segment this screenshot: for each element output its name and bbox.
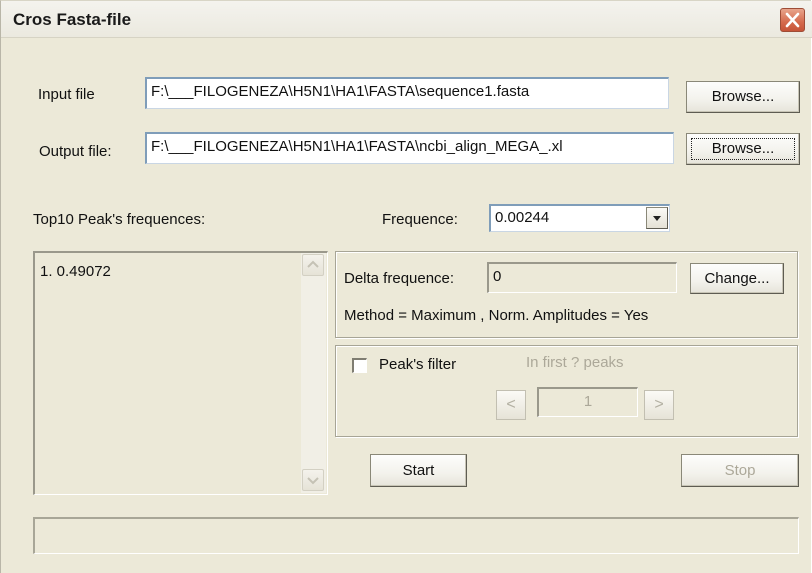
chevron-down-icon — [653, 216, 661, 221]
frequence-dropdown-button[interactable] — [646, 207, 668, 229]
method-info-text: Method = Maximum , Norm. Amplitudes = Ye… — [344, 307, 649, 324]
chevron-left-icon: < — [506, 396, 516, 413]
input-browse-label: Browse... — [711, 88, 775, 105]
delta-group: Delta frequence: 0 Change... Method = Ma… — [335, 251, 798, 338]
close-icon — [785, 12, 800, 28]
stop-label: Stop — [724, 462, 756, 479]
window-title: Cros Fasta-file — [13, 10, 132, 29]
peaks-prev-button: < — [496, 390, 526, 420]
cros-fasta-dialog: Cros Fasta-file Input file F:\___FILOGEN… — [0, 0, 812, 573]
start-label: Start — [402, 462, 435, 479]
input-browse-button[interactable]: Browse... — [686, 81, 800, 113]
scroll-up-icon — [307, 260, 319, 268]
first-peaks-label: In first ? peaks — [526, 354, 624, 371]
peaks-next-button: > — [644, 390, 674, 420]
scroll-up-button[interactable] — [302, 254, 324, 276]
peak-filter-checkbox[interactable] — [352, 358, 367, 373]
output-browse-button[interactable]: Browse... — [686, 133, 800, 165]
peaks-listbox[interactable]: 1. 0.49072 — [33, 251, 328, 495]
start-button[interactable]: Start — [370, 454, 467, 487]
list-item[interactable]: 1. 0.49072 — [40, 263, 111, 280]
change-label: Change... — [704, 270, 770, 287]
delta-frequence-label: Delta frequence: — [344, 270, 455, 287]
output-file-label: Output file: — [39, 143, 112, 160]
delta-frequence-field: 0 — [487, 262, 677, 293]
input-file-field[interactable]: F:\___FILOGENEZA\H5N1\HA1\FASTA\sequence… — [145, 77, 669, 109]
title-bar[interactable]: Cros Fasta-file — [1, 1, 812, 38]
progress-bar — [33, 517, 799, 554]
scroll-down-button[interactable] — [302, 469, 324, 491]
frequence-label: Frequence: — [382, 211, 458, 228]
output-file-field[interactable]: F:\___FILOGENEZA\H5N1\HA1\FASTA\ncbi_ali… — [145, 132, 674, 164]
output-browse-label: Browse... — [687, 134, 799, 164]
scroll-down-icon — [307, 477, 319, 485]
frequence-select[interactable]: 0.00244 — [489, 204, 670, 232]
close-button[interactable] — [780, 8, 805, 32]
chevron-right-icon: > — [654, 396, 664, 413]
peaks-list-label: Top10 Peak's frequences: — [33, 211, 206, 228]
frequence-value: 0.00244 — [495, 209, 550, 226]
peak-filter-label[interactable]: Peak's filter — [379, 356, 456, 373]
peaks-count-field: 1 — [537, 387, 638, 417]
change-button[interactable]: Change... — [690, 263, 784, 294]
peaks-scrollbar[interactable] — [301, 253, 326, 493]
stop-button: Stop — [681, 454, 799, 487]
input-file-label: Input file — [38, 86, 95, 103]
